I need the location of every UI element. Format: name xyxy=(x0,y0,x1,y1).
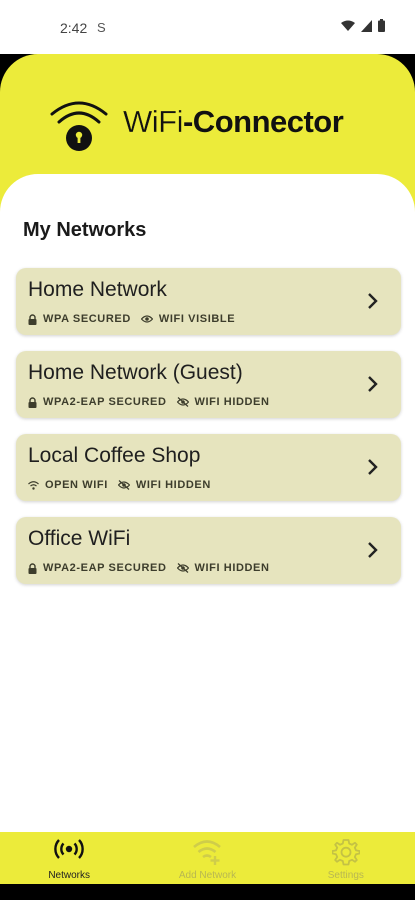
nav-networks[interactable]: Networks xyxy=(0,832,138,884)
battery-icon xyxy=(378,19,385,32)
visibility-label: WIFI HIDDEN xyxy=(194,562,270,574)
status-bar: 2:42 S xyxy=(0,0,415,54)
security-label: WPA2-EAP SECURED xyxy=(43,562,167,574)
eye-off-icon xyxy=(117,480,130,490)
chevron-right-icon xyxy=(368,376,378,392)
cell-signal-icon xyxy=(361,19,372,32)
network-card[interactable]: Home Network WPA SECURED WIFI VISIBLE xyxy=(16,268,401,335)
status-icons xyxy=(341,19,385,32)
logo-text-bold: -Connector xyxy=(182,104,344,139)
sim-icon: S xyxy=(97,20,106,35)
visibility-label: WIFI HIDDEN xyxy=(135,479,211,491)
eye-icon xyxy=(140,315,153,323)
security-label: WPA2-EAP SECURED xyxy=(43,396,167,408)
wifi-signal-icon xyxy=(341,20,355,31)
eye-off-icon xyxy=(176,397,189,407)
chevron-right-icon xyxy=(368,459,378,475)
visibility-info: WIFI VISIBLE xyxy=(140,313,236,325)
visibility-label: WIFI VISIBLE xyxy=(158,313,236,325)
network-name: Home Network xyxy=(28,278,167,301)
wifi-icon xyxy=(28,480,39,490)
network-list: Home Network WPA SECURED WIFI VISIBLE Ho… xyxy=(16,268,401,600)
eye-off-icon xyxy=(176,563,189,573)
network-card[interactable]: Home Network (Guest) WPA2-EAP SECURED WI… xyxy=(16,351,401,418)
app-logo-text: WiFi-Connector xyxy=(123,104,344,140)
security-info: WPA SECURED xyxy=(28,313,131,325)
nav-label: Networks xyxy=(48,870,90,881)
main-content: My Networks Home Network WPA SECURED WIF… xyxy=(0,174,415,832)
broadcast-icon xyxy=(54,839,84,859)
visibility-info: WIFI HIDDEN xyxy=(176,562,270,574)
system-nav-bar xyxy=(0,884,415,900)
bottom-nav: Networks Add Network Settings xyxy=(0,832,415,884)
nav-settings[interactable]: Settings xyxy=(277,832,415,884)
network-meta: WPA2-EAP SECURED WIFI HIDDEN xyxy=(28,562,280,574)
gear-icon xyxy=(331,839,360,866)
network-card[interactable]: Local Coffee Shop OPEN WIFI WIFI HIDDEN xyxy=(16,434,401,501)
chevron-right-icon xyxy=(368,293,378,309)
network-name: Local Coffee Shop xyxy=(28,444,201,467)
visibility-info: WIFI HIDDEN xyxy=(176,396,270,408)
network-card[interactable]: Office WiFi WPA2-EAP SECURED WIFI HIDDEN xyxy=(16,517,401,584)
visibility-info: WIFI HIDDEN xyxy=(117,479,211,491)
wifi-lock-logo-icon xyxy=(50,101,108,151)
chevron-right-icon xyxy=(368,542,378,558)
network-meta: WPA2-EAP SECURED WIFI HIDDEN xyxy=(28,396,280,408)
status-time: 2:42 xyxy=(60,20,88,36)
security-label: WPA SECURED xyxy=(43,313,131,325)
lock-icon xyxy=(28,562,37,574)
visibility-label: WIFI HIDDEN xyxy=(194,396,270,408)
nav-label: Settings xyxy=(327,870,364,881)
lock-icon xyxy=(28,313,37,325)
network-meta: OPEN WIFI WIFI HIDDEN xyxy=(28,479,221,491)
security-info: WPA2-EAP SECURED xyxy=(28,562,167,574)
security-label: OPEN WIFI xyxy=(45,479,108,491)
security-info: OPEN WIFI xyxy=(28,479,108,491)
logo-text-light: WiFi xyxy=(123,104,184,139)
wifi-add-icon xyxy=(193,840,222,865)
security-info: WPA2-EAP SECURED xyxy=(28,396,167,408)
network-name: Home Network (Guest) xyxy=(28,361,243,384)
network-name: Office WiFi xyxy=(28,527,131,550)
section-title: My Networks xyxy=(23,219,147,241)
lock-icon xyxy=(28,396,37,408)
nav-label: Add Network xyxy=(178,870,237,881)
nav-add-network[interactable]: Add Network xyxy=(138,832,276,884)
network-meta: WPA SECURED WIFI VISIBLE xyxy=(28,313,245,325)
